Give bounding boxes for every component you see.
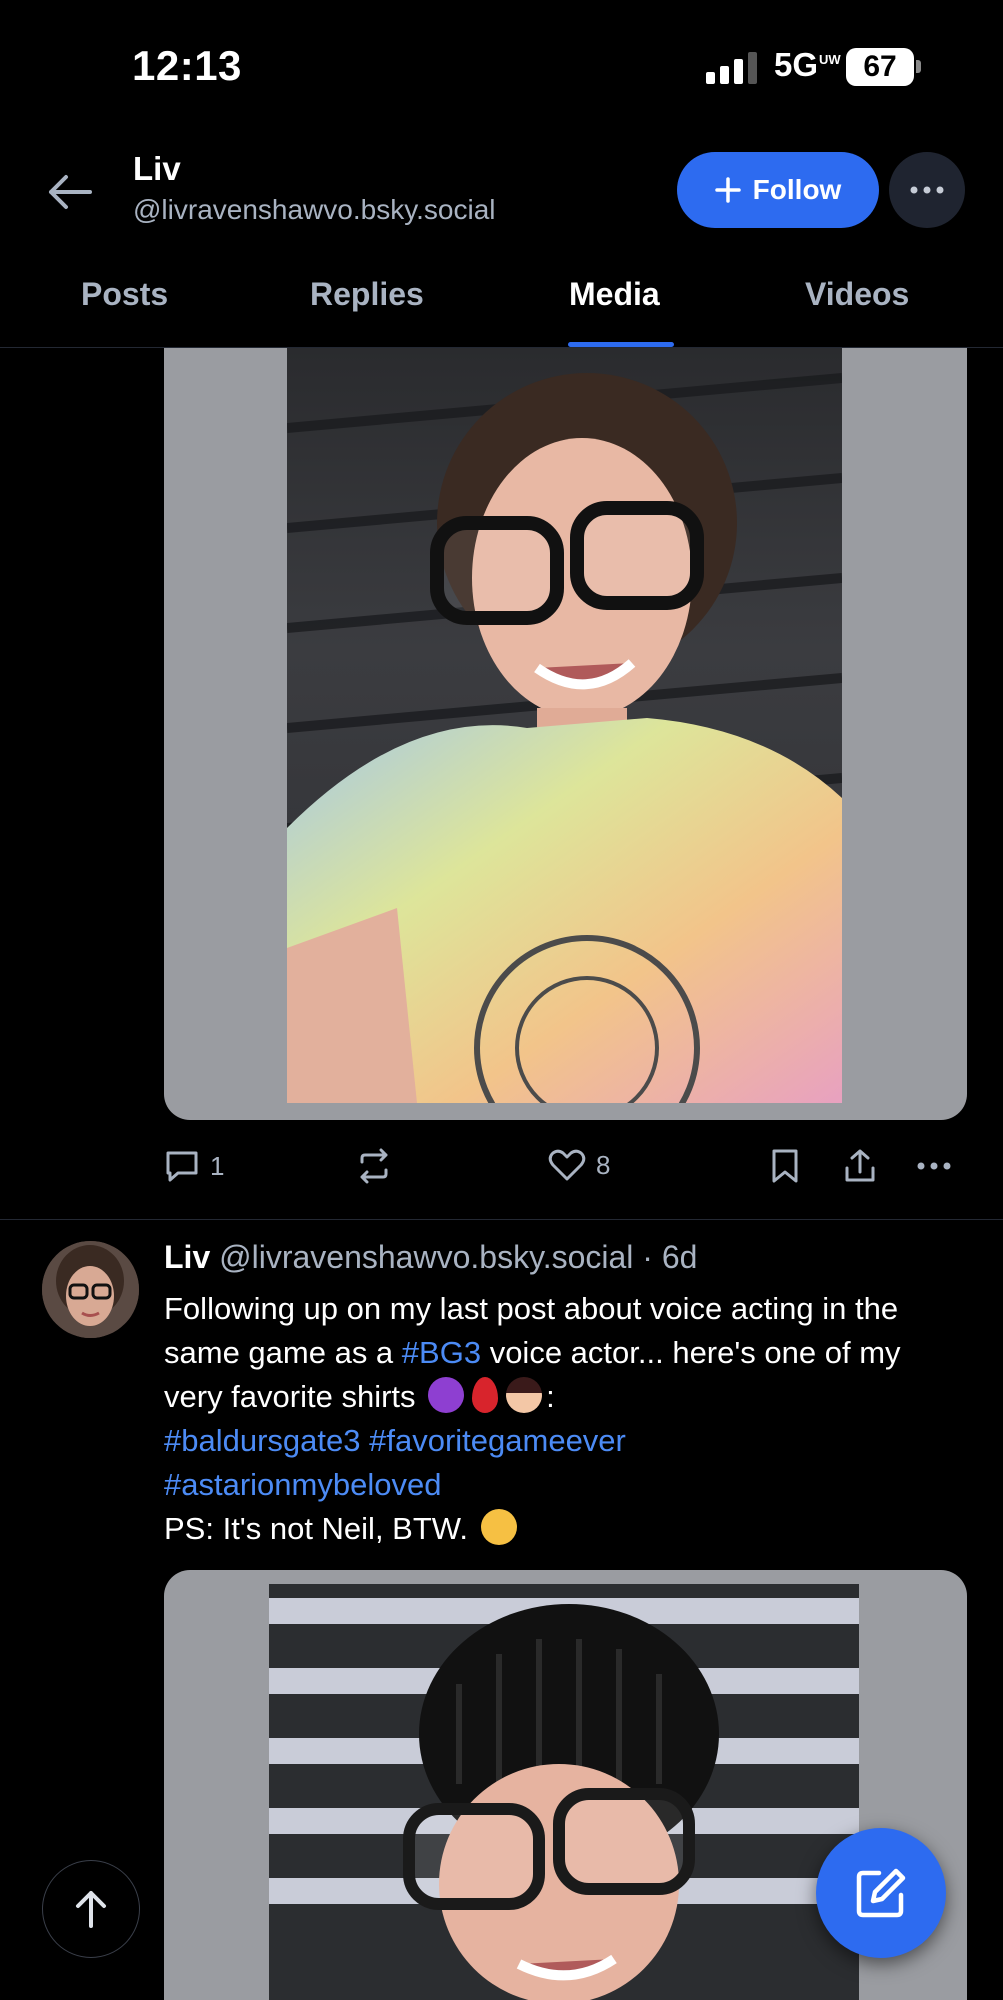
- repost-button[interactable]: [356, 1148, 392, 1184]
- hashtag-link[interactable]: #astarionmybeloved: [164, 1467, 441, 1502]
- post-text-part: :: [546, 1379, 555, 1414]
- post-photo: [269, 1584, 859, 2000]
- photo-illustration: [269, 1598, 859, 2000]
- avatar[interactable]: [42, 1241, 139, 1338]
- compose-icon: [856, 1868, 906, 1918]
- bookmark-button[interactable]: [770, 1148, 800, 1184]
- post-author-handle[interactable]: @livravenshawvo.bsky.social: [219, 1239, 633, 1275]
- status-bar: 12:13 5GUW 67: [0, 0, 1003, 135]
- vampire-emoji-icon: [506, 1377, 543, 1413]
- share-button[interactable]: [842, 1148, 878, 1184]
- profile-more-button[interactable]: [889, 152, 965, 228]
- status-time: 12:13: [132, 42, 242, 89]
- battery-icon: 67: [846, 48, 914, 86]
- tab-media[interactable]: Media: [569, 276, 660, 313]
- compose-button[interactable]: [816, 1828, 946, 1958]
- post-more-button[interactable]: [916, 1148, 952, 1184]
- follow-button[interactable]: Follow: [677, 152, 879, 228]
- hashtag-link[interactable]: #baldursgate3: [164, 1423, 361, 1458]
- post-text: Following up on my last post about voice…: [164, 1287, 964, 1551]
- post-text-part: PS: It's not Neil, BTW.: [164, 1511, 477, 1546]
- avatar-image: [42, 1241, 139, 1338]
- repost-icon: [360, 1148, 388, 1184]
- tab-posts[interactable]: Posts: [81, 276, 168, 313]
- post-timestamp: 6d: [661, 1239, 698, 1275]
- follow-label: Follow: [752, 174, 842, 205]
- ellipsis-icon: [910, 186, 944, 194]
- arrow-left-icon: [49, 175, 92, 209]
- devil-emoji-icon: [428, 1377, 465, 1413]
- post-actions: 1 8: [0, 1140, 1003, 1200]
- tab-videos[interactable]: Videos: [805, 276, 909, 313]
- post-image-card[interactable]: [164, 348, 967, 1120]
- comment-icon: [166, 1151, 198, 1182]
- post-separator: ·: [642, 1239, 653, 1275]
- battery-nub: [916, 60, 921, 73]
- hashtag-link[interactable]: #BG3: [402, 1335, 481, 1370]
- tab-active-indicator: [568, 342, 674, 347]
- back-button[interactable]: [38, 160, 102, 224]
- like-button[interactable]: 8: [548, 1148, 610, 1182]
- signal-icon: [706, 52, 758, 84]
- ellipsis-icon: [917, 1162, 951, 1170]
- post-author-name[interactable]: Liv: [164, 1239, 210, 1275]
- scroll-to-top-button[interactable]: [42, 1860, 140, 1958]
- plus-icon: [714, 177, 741, 203]
- network-indicator: 5GUW: [774, 46, 841, 83]
- blood-drop-emoji-icon: [472, 1377, 499, 1413]
- bookmark-icon: [772, 1149, 798, 1183]
- reply-count: 1: [210, 1150, 225, 1181]
- profile-handle: @livravenshawvo.bsky.social: [133, 194, 496, 225]
- heart-icon: [548, 1149, 586, 1181]
- like-count: 8: [596, 1149, 611, 1180]
- post-header: Liv @livravenshawvo.bsky.social · 6d: [164, 1239, 697, 1276]
- arrow-up-icon: [76, 1891, 106, 1928]
- reply-button[interactable]: 1: [164, 1148, 224, 1184]
- hashtag-link[interactable]: #favoritegameever: [369, 1423, 626, 1458]
- upside-down-face-emoji-icon: [480, 1509, 517, 1545]
- photo-illustration: [287, 373, 842, 1103]
- profile-tabs: Posts Replies Media Videos: [0, 262, 1003, 348]
- share-icon: [845, 1149, 875, 1182]
- tab-replies[interactable]: Replies: [310, 276, 424, 313]
- profile-name: Liv: [133, 150, 181, 187]
- post-photo: [287, 348, 842, 1103]
- post-divider: [0, 1219, 1003, 1220]
